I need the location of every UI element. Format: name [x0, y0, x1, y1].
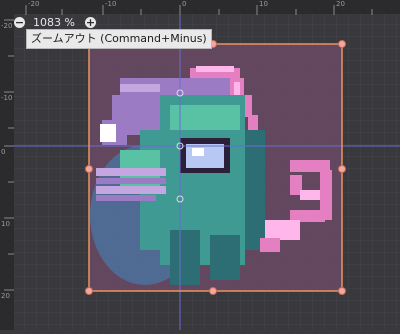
left-ruler-ticks — [4, 19, 14, 291]
top-ruler-label: -10 — [105, 0, 117, 8]
handle-bottom-right[interactable] — [338, 287, 346, 295]
top-ruler-label: -20 — [28, 0, 40, 8]
left-ruler-label: 0 — [1, 148, 6, 156]
top-ruler-label: 20 — [336, 0, 345, 8]
zoom-controls: − 1083 % + — [14, 14, 96, 30]
left-ruler-label: -10 — [1, 94, 13, 102]
sprite-layer — [14, 14, 400, 330]
top-ruler: -20 -10 0 10 20 — [0, 0, 400, 15]
left-ruler-label: -20 — [1, 22, 13, 30]
zoom-out-tooltip: ズームアウト (Command+Minus) — [26, 29, 212, 49]
handle-top-right[interactable] — [338, 40, 346, 48]
top-ruler-label: 0 — [182, 0, 187, 8]
left-ruler-label: 10 — [1, 220, 10, 228]
eye — [180, 138, 230, 173]
handle-middle-left[interactable] — [85, 165, 93, 173]
zoom-value[interactable]: 1083 % — [33, 16, 75, 29]
handle-bottom-left[interactable] — [85, 287, 93, 295]
left-ruler-label: 20 — [1, 292, 10, 300]
handle-bottom-center[interactable] — [209, 287, 217, 295]
canvas-viewport[interactable]: -20 -10 0 10 20 -20 -10 0 10 20 − 1083 %… — [0, 0, 400, 330]
zoom-out-icon[interactable]: − — [14, 16, 25, 28]
top-ruler-label: 10 — [259, 0, 268, 8]
handle-middle-right[interactable] — [338, 165, 346, 173]
left-ruler: -20 -10 0 10 20 — [0, 0, 14, 330]
zoom-in-icon[interactable]: + — [84, 16, 96, 28]
